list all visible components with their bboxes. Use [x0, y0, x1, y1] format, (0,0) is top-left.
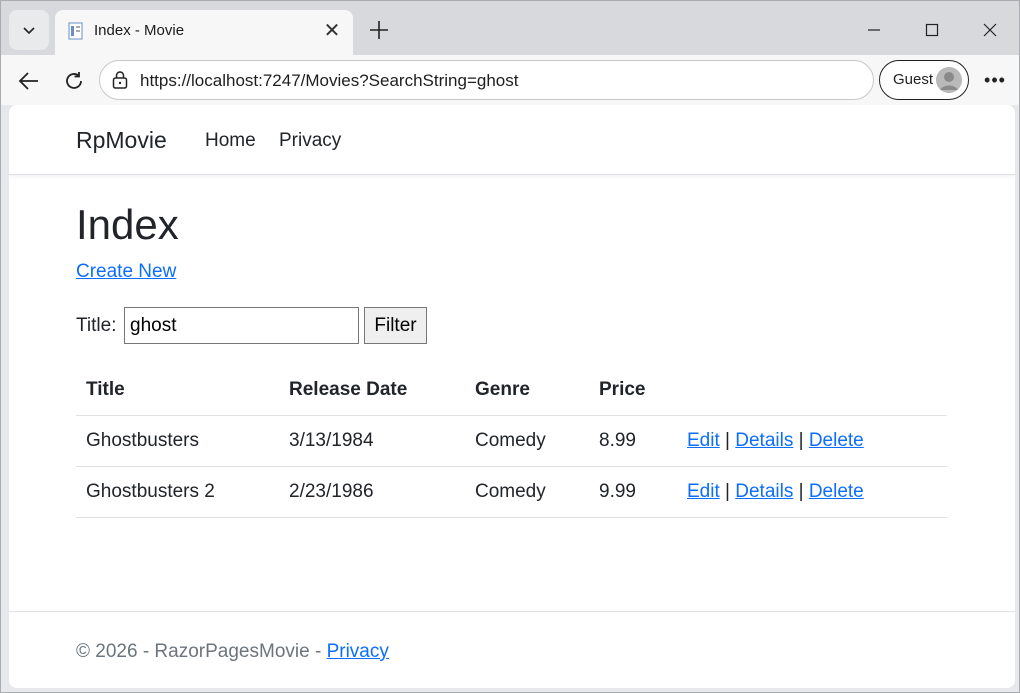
- column-header-release-date: Release Date: [279, 365, 465, 416]
- nav-link-home[interactable]: Home: [205, 130, 256, 152]
- tab-strip: Index - Movie ✕: [1, 1, 1019, 55]
- details-link[interactable]: Details: [735, 481, 793, 502]
- footer-text: © 2026 - RazorPagesMovie - Privacy: [76, 641, 389, 663]
- page-icon: [68, 22, 83, 40]
- cell-release-date: 3/13/1984: [279, 415, 465, 467]
- cell-price: 8.99: [589, 415, 677, 467]
- close-tab-icon[interactable]: ✕: [321, 19, 343, 42]
- site-brand[interactable]: RpMovie: [76, 127, 167, 154]
- close-icon: [983, 23, 997, 37]
- cell-genre: Comedy: [465, 415, 589, 467]
- cell-actions: Edit | Details | Delete: [677, 415, 947, 467]
- lock-icon[interactable]: [112, 71, 128, 89]
- column-header-price: Price: [589, 365, 677, 416]
- browser-toolbar: https://localhost:7247/Movies?SearchStri…: [1, 55, 1019, 105]
- column-header-actions: [677, 365, 947, 416]
- delete-link[interactable]: Delete: [809, 430, 864, 451]
- refresh-button[interactable]: [58, 65, 90, 97]
- site-navbar: RpMovie Home Privacy: [9, 105, 1015, 175]
- site-footer: © 2026 - RazorPagesMovie - Privacy: [9, 611, 1015, 688]
- title-search-input[interactable]: [124, 307, 359, 344]
- table-row: Ghostbusters 3/13/1984 Comedy 8.99 Edit …: [76, 415, 947, 467]
- tab-active[interactable]: Index - Movie ✕: [55, 10, 353, 55]
- tab-list-button[interactable]: [9, 10, 49, 50]
- url-text: https://localhost:7247/Movies?SearchStri…: [140, 71, 519, 90]
- cell-genre: Comedy: [465, 466, 589, 518]
- separator: |: [798, 429, 804, 451]
- back-arrow-icon: [18, 72, 38, 90]
- more-options-icon[interactable]: •••: [981, 65, 1009, 95]
- table-row: Ghostbusters 2 2/23/1986 Comedy 9.99 Edi…: [76, 466, 947, 518]
- filter-button[interactable]: Filter: [364, 307, 427, 344]
- close-window-button[interactable]: [970, 13, 1010, 47]
- cell-price: 9.99: [589, 466, 677, 518]
- column-header-title: Title: [76, 365, 279, 416]
- copyright-text: © 2026 - RazorPagesMovie -: [76, 641, 327, 662]
- details-link[interactable]: Details: [735, 430, 793, 451]
- nav-link-privacy[interactable]: Privacy: [279, 130, 341, 152]
- separator: |: [725, 480, 730, 502]
- tab-title: Index - Movie: [94, 22, 185, 39]
- separator: |: [798, 480, 804, 502]
- page-title: Index: [76, 201, 179, 248]
- profile-button[interactable]: Guest: [879, 60, 969, 100]
- minimize-icon: [868, 29, 880, 31]
- cell-title: Ghostbusters: [76, 415, 279, 467]
- chevron-down-icon: [23, 27, 35, 35]
- create-new-link[interactable]: Create New: [76, 261, 176, 283]
- plus-icon: [370, 21, 388, 39]
- profile-label: Guest: [893, 71, 934, 88]
- edit-link[interactable]: Edit: [687, 481, 720, 502]
- maximize-button[interactable]: [912, 13, 952, 47]
- cell-release-date: 2/23/1986: [279, 466, 465, 518]
- maximize-icon: [925, 23, 939, 37]
- avatar-icon: [936, 67, 962, 93]
- page-viewport: RpMovie Home Privacy Index Create New Ti…: [9, 105, 1015, 688]
- browser-window: Index - Movie ✕ https://localhost:7247/M…: [0, 0, 1020, 693]
- separator: |: [725, 429, 730, 451]
- movies-table: Title Release Date Genre Price Ghostbust…: [76, 365, 947, 518]
- cell-actions: Edit | Details | Delete: [677, 466, 947, 518]
- back-button[interactable]: [13, 65, 45, 97]
- minimize-button[interactable]: [854, 13, 894, 47]
- column-header-genre: Genre: [465, 365, 589, 416]
- footer-privacy-link[interactable]: Privacy: [327, 641, 389, 662]
- delete-link[interactable]: Delete: [809, 481, 864, 502]
- cell-title: Ghostbusters 2: [76, 466, 279, 518]
- address-bar[interactable]: https://localhost:7247/Movies?SearchStri…: [99, 60, 874, 100]
- new-tab-button[interactable]: [365, 16, 393, 44]
- filter-label: Title:: [76, 315, 117, 336]
- table-header-row: Title Release Date Genre Price: [76, 365, 947, 416]
- edit-link[interactable]: Edit: [687, 430, 720, 451]
- refresh-icon: [66, 72, 82, 89]
